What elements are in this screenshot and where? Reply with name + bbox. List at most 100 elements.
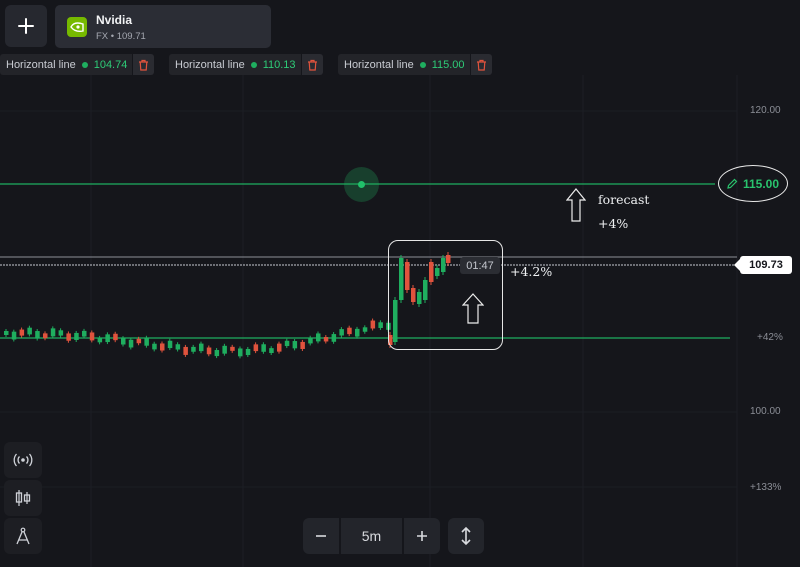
- candle-body: [316, 333, 321, 342]
- horizontal-line-chip-body[interactable]: Horizontal line 104.74: [0, 54, 133, 75]
- candle-body: [121, 338, 126, 345]
- horizontal-line-value: 104.74: [93, 58, 128, 71]
- horizontal-line-value: 110.13: [262, 58, 296, 71]
- candle-body: [245, 348, 251, 356]
- horizontal-line-chip-body[interactable]: Horizontal line 110.13: [169, 54, 301, 75]
- forecast-price-value: 115.00: [742, 176, 780, 191]
- candle-body: [355, 328, 360, 337]
- trash-icon: [476, 59, 486, 71]
- current-price-tag: 109.73: [734, 256, 792, 274]
- box-annotation-pct: +4.2%: [510, 264, 553, 279]
- candle-body: [222, 345, 227, 354]
- horizontal-line-label: Horizontal line: [175, 58, 245, 71]
- candle-body: [128, 339, 134, 348]
- asset-subtitle: FX • 109.71: [96, 31, 146, 42]
- candle-body: [43, 333, 48, 339]
- price-axis-label: 120.00: [750, 105, 781, 116]
- candle-body: [183, 346, 188, 355]
- asset-tab-nvidia[interactable]: Nvidia FX • 109.71: [55, 5, 271, 48]
- candle-body: [339, 329, 344, 336]
- candle-body: [82, 330, 87, 337]
- forecast-annotation-pct: +4%: [598, 216, 629, 231]
- candle-body: [199, 343, 204, 352]
- candle-body: [277, 343, 282, 352]
- horizontal-line-label: Horizontal line: [6, 58, 76, 71]
- candle-body: [144, 337, 149, 346]
- candle-body: [19, 329, 25, 336]
- chart-grid: [0, 75, 738, 567]
- candle-body: [191, 346, 196, 352]
- minus-icon: [316, 535, 326, 537]
- up-arrow-annotation-icon: [566, 188, 586, 222]
- horizontal-line-label: Horizontal line: [344, 58, 414, 71]
- candle-body: [160, 343, 165, 351]
- delete-line-button[interactable]: [301, 54, 323, 75]
- forecast-price-pill[interactable]: 115.00: [718, 165, 788, 202]
- delete-line-button[interactable]: [133, 54, 155, 75]
- candle-body: [253, 344, 259, 352]
- trash-icon: [307, 59, 317, 71]
- candle-body: [105, 334, 110, 343]
- up-arrow-annotation-icon: [462, 293, 484, 324]
- candle-body: [230, 346, 235, 351]
- trash-icon: [139, 59, 149, 71]
- highlight-box: [388, 240, 503, 350]
- timeframe-increase-button[interactable]: [404, 518, 440, 554]
- candle-body: [89, 332, 95, 341]
- green-dot-icon: [250, 61, 257, 68]
- plus-icon: [417, 531, 427, 541]
- price-axis-label: +42%: [757, 332, 783, 343]
- price-axis-label: +133%: [750, 482, 782, 493]
- candle-body: [238, 348, 243, 357]
- horizontal-line-value: 115.00: [431, 58, 465, 71]
- candle-body: [292, 341, 298, 349]
- candle-body: [323, 337, 329, 342]
- candle-body: [378, 322, 383, 328]
- drawing-compass-icon: [16, 527, 30, 545]
- signals-tool-button[interactable]: [4, 442, 42, 478]
- candle-body: [97, 337, 103, 343]
- candle-body: [167, 340, 173, 349]
- candle-body: [300, 341, 305, 349]
- candle-body: [58, 330, 64, 336]
- drawing-tools-button[interactable]: [4, 518, 42, 554]
- nvidia-logo-icon: [67, 17, 87, 37]
- horizontal-line-chip: Horizontal line 115.00: [338, 54, 492, 75]
- green-dot-icon: [81, 61, 88, 68]
- candle-body: [152, 343, 157, 350]
- add-asset-button[interactable]: [5, 5, 47, 47]
- candle-body: [269, 348, 274, 354]
- horizontal-line-chip-body[interactable]: Horizontal line 115.00: [338, 54, 470, 75]
- green-dot-icon: [419, 61, 426, 68]
- candle-body: [308, 337, 313, 344]
- candle-body: [362, 327, 368, 332]
- candle-body: [27, 327, 32, 335]
- candle-body: [35, 331, 40, 339]
- candle-body: [175, 344, 181, 350]
- horizontal-line-chip: Horizontal line 104.74: [0, 54, 155, 75]
- candle-body: [370, 320, 376, 329]
- candle-body: [284, 340, 290, 347]
- candle-body: [74, 332, 79, 340]
- candle-body: [347, 327, 352, 335]
- vertical-arrows-icon: [461, 526, 471, 546]
- line-drag-handle[interactable]: [344, 167, 379, 202]
- plus-icon: [18, 18, 34, 34]
- candlestick-icon: [15, 490, 31, 506]
- candle-body: [50, 328, 56, 337]
- timeframe-value[interactable]: 5m: [341, 518, 402, 554]
- candle-body: [4, 331, 9, 335]
- candle-body: [11, 331, 17, 340]
- delete-line-button[interactable]: [470, 54, 492, 75]
- timeframe-decrease-button[interactable]: [303, 518, 339, 554]
- forecast-annotation-label: forecast: [598, 192, 650, 207]
- candle-body: [331, 334, 337, 342]
- candle-body: [261, 344, 266, 352]
- candle-body: [214, 350, 220, 357]
- chart-type-button[interactable]: [4, 480, 42, 516]
- candlestick-series: [4, 252, 451, 359]
- chart-scale-button[interactable]: [448, 518, 484, 554]
- asset-name: Nvidia: [96, 13, 133, 27]
- pencil-icon: [727, 178, 738, 189]
- candle-body: [206, 347, 212, 355]
